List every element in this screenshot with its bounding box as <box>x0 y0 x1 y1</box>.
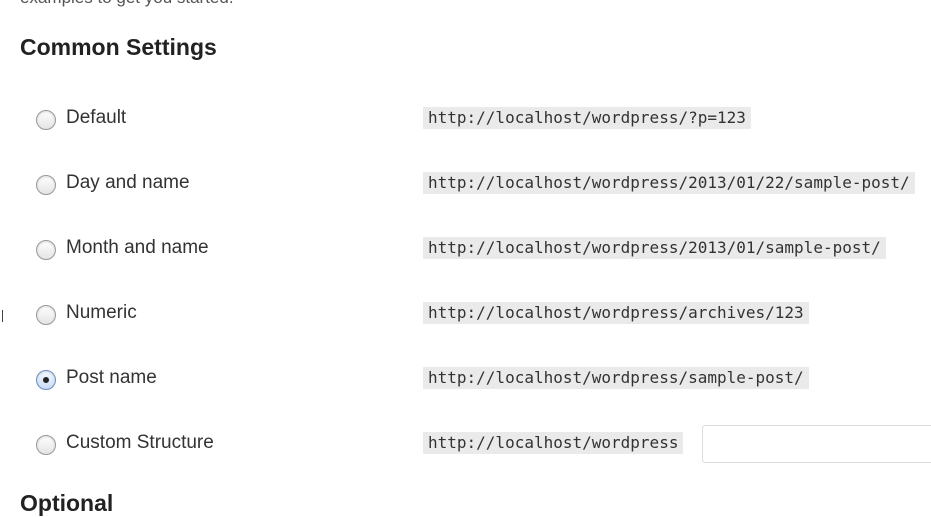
permalink-example-custom-structure: http://localhost/wordpress <box>423 432 684 454</box>
custom-structure-input[interactable] <box>702 425 931 463</box>
radio-dot <box>43 377 49 383</box>
permalink-example-numeric: http://localhost/wordpress/archives/123 <box>423 302 809 324</box>
permalink-example-post-name: http://localhost/wordpress/sample-post/ <box>423 367 809 389</box>
option-custom-structure: Custom Structure http://localhost/wordpr… <box>0 425 931 465</box>
option-label-custom-structure[interactable]: Custom Structure <box>66 432 214 454</box>
option-label-month-and-name[interactable]: Month and name <box>66 237 209 259</box>
option-numeric: Numeric http://localhost/wordpress/archi… <box>0 295 931 335</box>
option-post-name: Post name http://localhost/wordpress/sam… <box>0 360 931 400</box>
radio-numeric[interactable] <box>36 305 56 325</box>
option-label-post-name[interactable]: Post name <box>66 367 157 389</box>
permalink-example-default: http://localhost/wordpress/?p=123 <box>423 107 751 129</box>
option-day-and-name: Day and name http://localhost/wordpress/… <box>0 165 931 205</box>
option-label-day-and-name[interactable]: Day and name <box>66 172 190 194</box>
permalink-example-month-and-name: http://localhost/wordpress/2013/01/sampl… <box>423 237 886 259</box>
option-month-and-name: Month and name http://localhost/wordpres… <box>0 230 931 270</box>
radio-post-name[interactable] <box>36 370 56 390</box>
radio-custom-structure[interactable] <box>36 435 56 455</box>
option-default: Default http://localhost/wordpress/?p=12… <box>0 100 931 140</box>
permalink-example-day-and-name: http://localhost/wordpress/2013/01/22/sa… <box>423 172 915 194</box>
option-label-numeric[interactable]: Numeric <box>66 302 137 324</box>
option-label-default[interactable]: Default <box>66 107 126 129</box>
radio-day-and-name[interactable] <box>36 175 56 195</box>
radio-default[interactable] <box>36 110 56 130</box>
section-title: Common Settings <box>20 34 217 60</box>
next-section-title: Optional <box>20 490 114 516</box>
radio-month-and-name[interactable] <box>36 240 56 260</box>
intro-text: examples to get you started. <box>20 0 234 8</box>
